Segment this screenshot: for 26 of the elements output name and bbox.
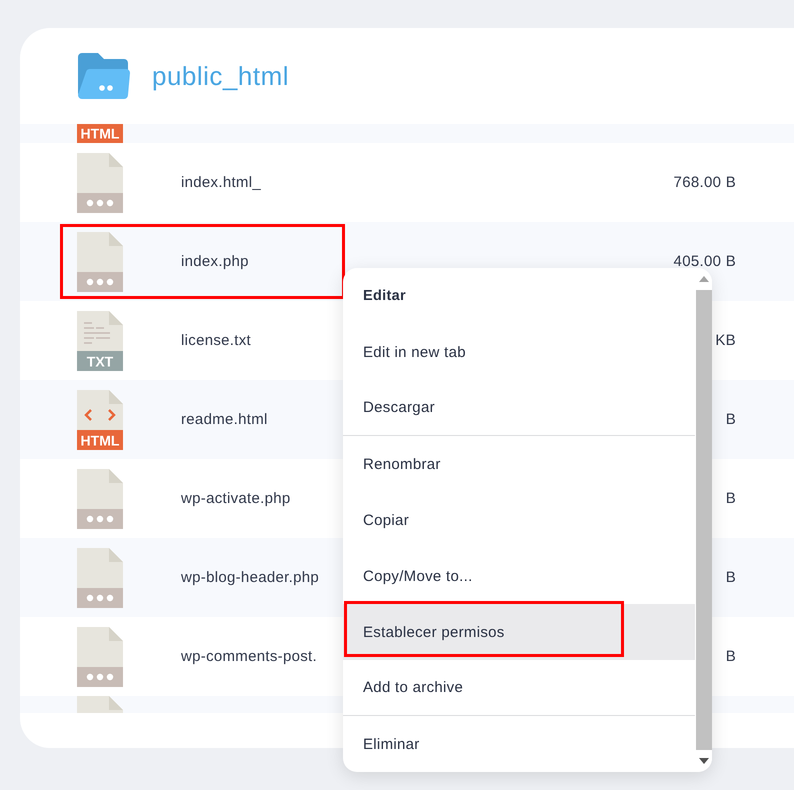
file-size: 405.00 B bbox=[674, 253, 736, 270]
file-size: B bbox=[726, 490, 736, 507]
menu-item[interactable]: Eliminar bbox=[343, 716, 695, 772]
menu-item[interactable]: Establecer permisos bbox=[343, 604, 695, 660]
file-name[interactable]: index.html_ bbox=[181, 174, 262, 191]
file-name[interactable]: readme.html bbox=[181, 411, 268, 428]
menu-item[interactable]: Copiar bbox=[343, 492, 695, 548]
scroll-down-icon[interactable] bbox=[698, 758, 708, 764]
file-name[interactable]: index.php bbox=[181, 253, 249, 270]
file-size: B bbox=[726, 411, 736, 428]
folder-icon bbox=[78, 53, 130, 99]
file-name[interactable]: wp-blog-header.php bbox=[181, 569, 319, 586]
file-size: 768.00 B bbox=[674, 174, 736, 191]
menu-item[interactable]: Edit in new tab bbox=[343, 324, 695, 380]
menu-item[interactable]: Copy/Move to... bbox=[343, 548, 695, 604]
file-name[interactable]: wp-comments-post. bbox=[181, 648, 317, 665]
menu-item[interactable]: Editar bbox=[343, 268, 695, 324]
menu-item[interactable]: Renombrar bbox=[343, 436, 695, 492]
file-size: B bbox=[726, 648, 736, 665]
file-name[interactable]: wp-activate.php bbox=[181, 490, 291, 507]
folder-title: public_html bbox=[152, 60, 290, 92]
file-name[interactable]: license.txt bbox=[181, 332, 251, 349]
file-size: B bbox=[726, 569, 736, 586]
html-file-icon: HTML bbox=[77, 124, 123, 143]
scroll-up-icon[interactable] bbox=[698, 276, 708, 282]
file-size: KB bbox=[715, 332, 736, 349]
